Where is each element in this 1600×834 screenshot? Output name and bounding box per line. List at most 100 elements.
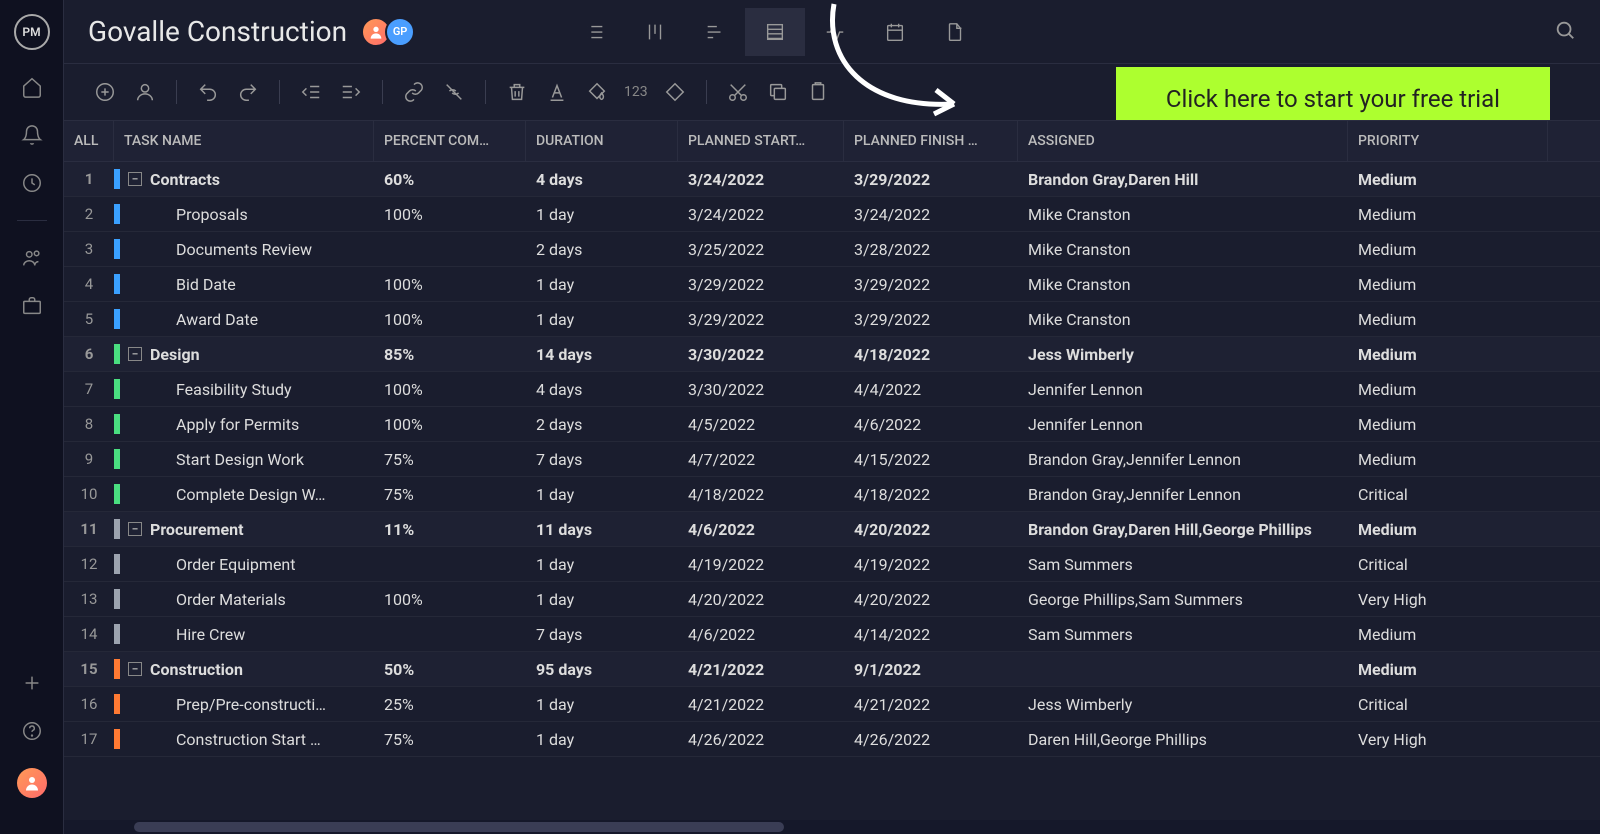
task-cell[interactable]: Order Equipment (114, 547, 374, 581)
assign-icon[interactable] (128, 75, 162, 109)
cell-percent[interactable]: 75% (374, 442, 526, 476)
cell-percent[interactable]: 100% (374, 197, 526, 231)
cell-finish[interactable]: 4/18/2022 (844, 337, 1018, 371)
table-row[interactable]: 3Documents Review2 days3/25/20223/28/202… (64, 232, 1600, 267)
cell-percent[interactable]: 85% (374, 337, 526, 371)
horizontal-scrollbar[interactable] (64, 820, 1600, 834)
cell-priority[interactable]: Medium (1348, 232, 1548, 266)
task-cell[interactable]: Bid Date (114, 267, 374, 301)
cell-priority[interactable]: Critical (1348, 547, 1548, 581)
table-row[interactable]: 16Prep/Pre-constructi…25%1 day4/21/20224… (64, 687, 1600, 722)
table-row[interactable]: 12Order Equipment1 day4/19/20224/19/2022… (64, 547, 1600, 582)
cell-start[interactable]: 3/30/2022 (678, 337, 844, 371)
cell-start[interactable]: 3/24/2022 (678, 197, 844, 231)
cell-assigned[interactable]: Jess Wimberly (1018, 687, 1348, 721)
col-duration[interactable]: DURATION (526, 121, 678, 161)
cell-finish[interactable]: 4/18/2022 (844, 477, 1018, 511)
cell-assigned[interactable]: Sam Summers (1018, 617, 1348, 651)
cell-percent[interactable]: 100% (374, 407, 526, 441)
collapse-icon[interactable]: − (128, 522, 142, 536)
cell-finish[interactable]: 3/29/2022 (844, 267, 1018, 301)
cell-percent[interactable]: 100% (374, 267, 526, 301)
cell-percent[interactable]: 25% (374, 687, 526, 721)
cell-percent[interactable]: 11% (374, 512, 526, 546)
board-view-icon[interactable] (625, 8, 685, 56)
task-cell[interactable]: Start Design Work (114, 442, 374, 476)
table-row[interactable]: 6−Design85%14 days3/30/20224/18/2022Jess… (64, 337, 1600, 372)
cell-finish[interactable]: 4/15/2022 (844, 442, 1018, 476)
col-task[interactable]: TASK NAME (114, 121, 374, 161)
task-cell[interactable]: Complete Design W… (114, 477, 374, 511)
cell-start[interactable]: 4/6/2022 (678, 512, 844, 546)
table-row[interactable]: 9Start Design Work75%7 days4/7/20224/15/… (64, 442, 1600, 477)
outdent-icon[interactable] (294, 75, 328, 109)
cell-priority[interactable]: Medium (1348, 617, 1548, 651)
col-all[interactable]: ALL (64, 121, 114, 161)
cell-duration[interactable]: 2 days (526, 407, 678, 441)
cell-assigned[interactable]: Jess Wimberly (1018, 337, 1348, 371)
cell-assigned[interactable]: Mike Cranston (1018, 197, 1348, 231)
cell-finish[interactable]: 4/26/2022 (844, 722, 1018, 756)
cell-percent[interactable]: 100% (374, 582, 526, 616)
cell-assigned[interactable]: Brandon Gray,Jennifer Lennon (1018, 442, 1348, 476)
table-row[interactable]: 8Apply for Permits100%2 days4/5/20224/6/… (64, 407, 1600, 442)
task-cell[interactable]: Award Date (114, 302, 374, 336)
cell-duration[interactable]: 1 day (526, 267, 678, 301)
collapse-icon[interactable]: − (128, 662, 142, 676)
cell-start[interactable]: 3/24/2022 (678, 162, 844, 196)
team-icon[interactable] (21, 247, 43, 269)
table-row[interactable]: 5Award Date100%1 day3/29/20223/29/2022Mi… (64, 302, 1600, 337)
app-logo[interactable]: PM (14, 14, 50, 50)
cell-start[interactable]: 4/21/2022 (678, 687, 844, 721)
cell-priority[interactable]: Critical (1348, 687, 1548, 721)
cell-priority[interactable]: Medium (1348, 337, 1548, 371)
cell-duration[interactable]: 7 days (526, 442, 678, 476)
cell-duration[interactable]: 4 days (526, 162, 678, 196)
add-task-icon[interactable] (88, 75, 122, 109)
milestone-icon[interactable] (658, 75, 692, 109)
cell-assigned[interactable]: Brandon Gray,Jennifer Lennon (1018, 477, 1348, 511)
cell-duration[interactable]: 1 day (526, 547, 678, 581)
cell-priority[interactable]: Medium (1348, 407, 1548, 441)
cell-start[interactable]: 3/30/2022 (678, 372, 844, 406)
cell-start[interactable]: 4/18/2022 (678, 477, 844, 511)
cell-finish[interactable]: 3/24/2022 (844, 197, 1018, 231)
cut-icon[interactable] (721, 75, 755, 109)
task-cell[interactable]: Order Materials (114, 582, 374, 616)
undo-icon[interactable] (191, 75, 225, 109)
user-avatar[interactable] (17, 768, 47, 798)
text-color-icon[interactable] (540, 75, 574, 109)
gantt-view-icon[interactable] (685, 8, 745, 56)
cell-duration[interactable]: 7 days (526, 617, 678, 651)
unlink-icon[interactable] (437, 75, 471, 109)
cell-priority[interactable]: Medium (1348, 512, 1548, 546)
cell-percent[interactable] (374, 547, 526, 581)
cell-duration[interactable]: 1 day (526, 302, 678, 336)
cell-finish[interactable]: 4/19/2022 (844, 547, 1018, 581)
sheet-view-icon[interactable] (745, 8, 805, 56)
cell-finish[interactable]: 3/28/2022 (844, 232, 1018, 266)
cell-start[interactable]: 4/19/2022 (678, 547, 844, 581)
cell-duration[interactable]: 14 days (526, 337, 678, 371)
collapse-icon[interactable]: − (128, 172, 142, 186)
col-percent[interactable]: PERCENT COM… (374, 121, 526, 161)
delete-icon[interactable] (500, 75, 534, 109)
indent-icon[interactable] (334, 75, 368, 109)
cell-finish[interactable]: 9/1/2022 (844, 652, 1018, 686)
cell-assigned[interactable] (1018, 652, 1348, 686)
copy-icon[interactable] (761, 75, 795, 109)
cell-duration[interactable]: 95 days (526, 652, 678, 686)
col-priority[interactable]: PRIORITY (1348, 121, 1548, 161)
task-cell[interactable]: −Construction (114, 652, 374, 686)
cell-finish[interactable]: 3/29/2022 (844, 162, 1018, 196)
cell-percent[interactable]: 75% (374, 722, 526, 756)
cell-start[interactable]: 4/7/2022 (678, 442, 844, 476)
redo-icon[interactable] (231, 75, 265, 109)
table-row[interactable]: 2Proposals100%1 day3/24/20223/24/2022Mik… (64, 197, 1600, 232)
task-cell[interactable]: Proposals (114, 197, 374, 231)
briefcase-icon[interactable] (21, 295, 43, 317)
task-cell[interactable]: Hire Crew (114, 617, 374, 651)
cell-priority[interactable]: Medium (1348, 267, 1548, 301)
cell-start[interactable]: 3/25/2022 (678, 232, 844, 266)
cell-start[interactable]: 4/21/2022 (678, 652, 844, 686)
